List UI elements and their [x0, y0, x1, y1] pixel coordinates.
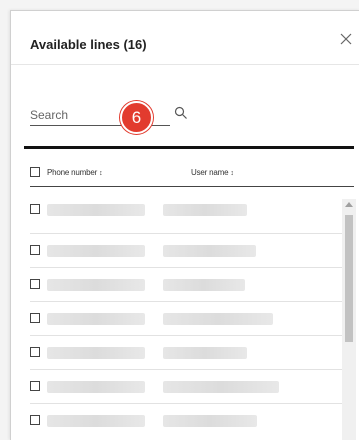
table-row[interactable] [30, 335, 342, 370]
phone-number-redacted [47, 313, 145, 325]
table-row[interactable] [30, 403, 342, 437]
user-name-redacted [163, 415, 257, 427]
step-number-badge: 6 [120, 101, 153, 134]
user-name-redacted [163, 204, 247, 216]
row-checkbox[interactable] [30, 204, 40, 214]
row-checkbox[interactable] [30, 245, 40, 255]
user-name-redacted [163, 313, 273, 325]
user-name-redacted [163, 381, 279, 393]
user-name-redacted [163, 279, 245, 291]
available-lines-panel: Available lines (16) 6 Phone number ↕ Us… [10, 10, 359, 440]
row-checkbox[interactable] [30, 415, 40, 425]
row-checkbox[interactable] [30, 279, 40, 289]
sort-icon[interactable]: ↕ [230, 170, 234, 177]
dialog-header: Available lines (16) [11, 11, 359, 65]
phone-number-redacted [47, 279, 145, 291]
table-row[interactable] [30, 233, 342, 268]
user-name-redacted [163, 245, 256, 257]
column-phone-number[interactable]: Phone number ↕ [47, 168, 103, 177]
table-top-border [24, 146, 354, 149]
phone-number-redacted [47, 415, 145, 427]
table-row[interactable] [30, 369, 342, 404]
row-checkbox[interactable] [30, 347, 40, 357]
scroll-up-arrow-icon[interactable] [345, 202, 353, 207]
column-label: Phone number [47, 168, 98, 177]
user-name-redacted [163, 347, 247, 359]
sort-icon[interactable]: ↕ [99, 170, 103, 177]
search-icon[interactable] [174, 106, 188, 120]
select-all-checkbox[interactable] [30, 167, 40, 177]
phone-number-redacted [47, 204, 145, 216]
table-body [30, 199, 342, 440]
phone-number-redacted [47, 347, 145, 359]
table-row[interactable] [30, 199, 342, 234]
phone-number-redacted [47, 245, 145, 257]
table-row[interactable] [30, 301, 342, 336]
dialog-title: Available lines (16) [30, 37, 147, 52]
vertical-scrollbar[interactable] [342, 199, 356, 440]
row-checkbox[interactable] [30, 313, 40, 323]
table-row[interactable] [30, 267, 342, 302]
column-label: User name [191, 168, 229, 177]
search-box [30, 105, 190, 127]
scrollbar-thumb[interactable] [345, 215, 353, 342]
row-checkbox[interactable] [30, 381, 40, 391]
table-header: Phone number ↕ User name ↕ [30, 158, 354, 187]
phone-number-redacted [47, 381, 145, 393]
close-icon[interactable] [338, 31, 354, 47]
column-user-name[interactable]: User name ↕ [191, 168, 234, 177]
